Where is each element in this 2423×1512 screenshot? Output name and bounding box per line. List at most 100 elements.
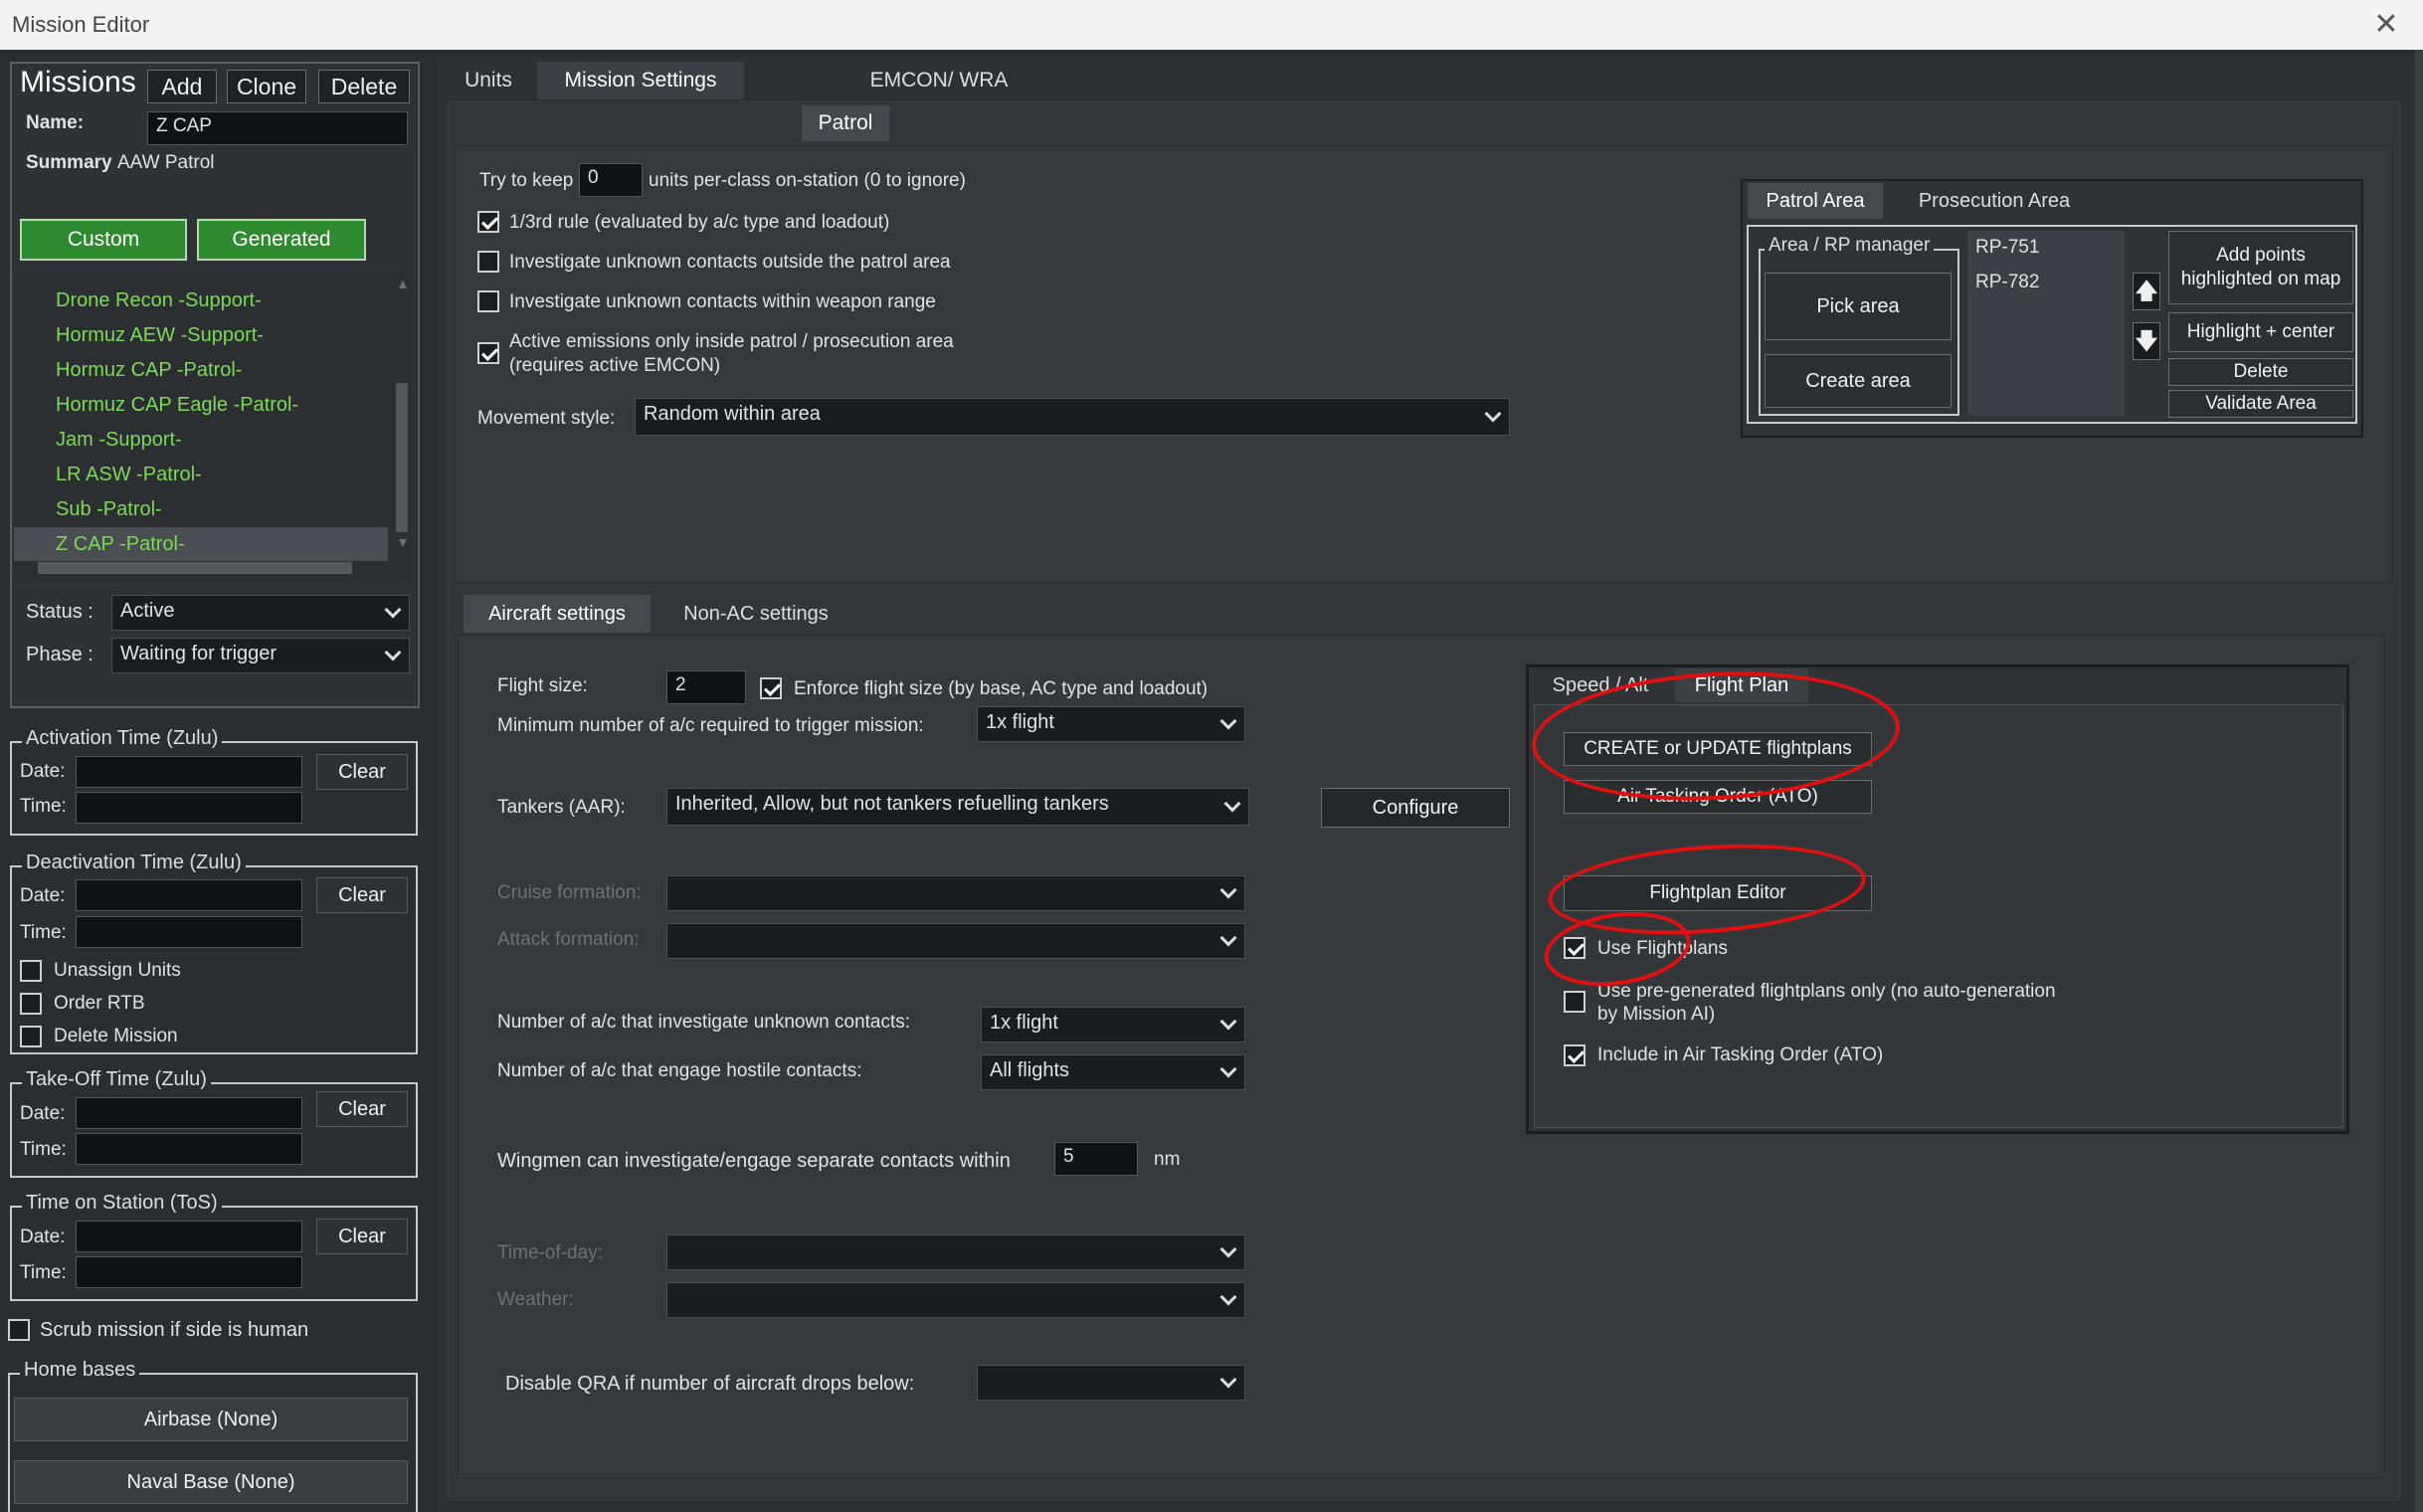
takeoff-date-field[interactable] bbox=[76, 1097, 302, 1129]
pregenerated-only-label: Use pre-generated flightplans only (no a… bbox=[1597, 981, 2056, 1002]
cruise-formation-dropdown[interactable] bbox=[666, 875, 1245, 911]
order-rtb-checkbox[interactable] bbox=[20, 993, 42, 1015]
clone-mission-button[interactable]: Clone bbox=[227, 70, 306, 103]
list-item-selected[interactable]: Z CAP -Patrol- bbox=[14, 527, 388, 561]
status-dropdown[interactable]: Active bbox=[111, 595, 410, 631]
list-item[interactable]: Jam -Support- bbox=[14, 423, 392, 457]
tos-clear-button[interactable]: Clear bbox=[316, 1219, 408, 1254]
list-hscrollbar[interactable] bbox=[38, 562, 352, 574]
deactivation-clear-button[interactable]: Clear bbox=[316, 877, 408, 913]
delete-area-button[interactable]: Delete bbox=[2168, 358, 2353, 386]
deactivation-time-title: Deactivation Time (Zulu) bbox=[22, 851, 246, 874]
deactivation-time-field[interactable] bbox=[76, 916, 302, 948]
tos-time-field[interactable] bbox=[76, 1256, 302, 1288]
include-ato-checkbox[interactable] bbox=[1564, 1044, 1585, 1066]
time-label: Time: bbox=[20, 922, 67, 943]
inv-outside-label: Investigate unknown contacts outside the… bbox=[509, 252, 951, 273]
date-label: Date: bbox=[20, 1227, 66, 1247]
tab-patrol[interactable]: Patrol bbox=[802, 105, 889, 141]
takeoff-time-field[interactable] bbox=[76, 1133, 302, 1165]
close-icon[interactable]: ✕ bbox=[2371, 0, 2401, 50]
chevron-down-icon bbox=[1223, 795, 1241, 813]
pick-area-button[interactable]: Pick area bbox=[1765, 273, 1952, 340]
move-up-icon[interactable]: 🡅 bbox=[2133, 273, 2160, 310]
scroll-up-icon[interactable]: ▲ bbox=[396, 276, 410, 291]
rp-item[interactable]: RP-751 bbox=[1975, 237, 2039, 259]
list-item[interactable]: Sub -Patrol- bbox=[14, 492, 392, 526]
activation-time-field[interactable] bbox=[76, 792, 302, 824]
move-down-icon[interactable]: 🡇 bbox=[2133, 322, 2160, 360]
scrub-mission-checkbox[interactable] bbox=[8, 1319, 30, 1341]
list-item[interactable]: LR ASW -Patrol- bbox=[14, 458, 392, 491]
activation-date-field[interactable] bbox=[76, 756, 302, 788]
window-edge bbox=[2415, 50, 2423, 1512]
tab-units[interactable]: Units bbox=[446, 62, 531, 99]
cruise-formation-label: Cruise formation: bbox=[497, 882, 642, 903]
tankers-dropdown[interactable]: Inherited, Allow, but not tankers refuel… bbox=[666, 788, 1249, 826]
rp-item[interactable]: RP-782 bbox=[1975, 272, 2039, 293]
inv-weapon-label: Investigate unknown contacts within weap… bbox=[509, 291, 936, 312]
tos-date-field[interactable] bbox=[76, 1221, 302, 1252]
min-ac-dropdown[interactable]: 1x flight bbox=[977, 706, 1245, 742]
movement-style-label: Movement style: bbox=[477, 408, 616, 429]
delete-mission-button[interactable]: Delete bbox=[318, 70, 410, 103]
create-area-button[interactable]: Create area bbox=[1765, 354, 1952, 408]
inv-outside-checkbox[interactable] bbox=[477, 251, 499, 273]
validate-area-button[interactable]: Validate Area bbox=[2168, 390, 2353, 418]
one-third-rule-checkbox[interactable] bbox=[477, 211, 499, 233]
tab-prosecution-area[interactable]: Prosecution Area bbox=[1905, 183, 2084, 219]
qra-label: Disable QRA if number of aircraft drops … bbox=[505, 1373, 915, 1395]
list-item[interactable]: Drone Recon -Support- bbox=[14, 284, 392, 317]
status-value: Active bbox=[120, 600, 175, 622]
attack-formation-dropdown[interactable] bbox=[666, 923, 1245, 959]
engage-count-label: Number of a/c that engage hostile contac… bbox=[497, 1060, 862, 1081]
list-scrollbar[interactable] bbox=[396, 383, 408, 532]
add-mission-button[interactable]: Add bbox=[147, 70, 217, 103]
qra-dropdown[interactable] bbox=[977, 1365, 1245, 1401]
attack-formation-label: Attack formation: bbox=[497, 929, 640, 950]
one-third-rule-label: 1/3rd rule (evaluated by a/c type and lo… bbox=[509, 212, 890, 233]
inv-weapon-checkbox[interactable] bbox=[477, 290, 499, 312]
delete-mission-checkbox[interactable] bbox=[20, 1026, 42, 1047]
weather-dropdown[interactable] bbox=[666, 1282, 1245, 1318]
time-of-day-dropdown[interactable] bbox=[666, 1234, 1245, 1270]
active-emissions-checkbox[interactable] bbox=[477, 342, 499, 364]
chevron-down-icon bbox=[1219, 1060, 1237, 1078]
scroll-down-icon[interactable]: ▼ bbox=[396, 534, 410, 550]
add-points-button[interactable]: Add points highlighted on map bbox=[2168, 231, 2353, 304]
list-item[interactable]: Hormuz CAP -Patrol- bbox=[14, 353, 392, 387]
try-keep-field[interactable]: 0 bbox=[579, 163, 643, 197]
phase-dropdown[interactable]: Waiting for trigger bbox=[111, 638, 410, 673]
date-label: Date: bbox=[20, 1103, 66, 1124]
tab-patrol-area[interactable]: Patrol Area bbox=[1748, 183, 1883, 219]
generated-filter-button[interactable]: Generated bbox=[197, 219, 366, 261]
configure-button[interactable]: Configure bbox=[1321, 788, 1510, 828]
tab-non-ac-settings[interactable]: Non-AC settings bbox=[666, 595, 845, 633]
pregenerated-only-checkbox[interactable] bbox=[1564, 991, 1585, 1013]
tab-aircraft-settings[interactable]: Aircraft settings bbox=[464, 595, 651, 633]
enforce-flight-size-checkbox[interactable] bbox=[760, 677, 782, 699]
wingmen-range-field[interactable]: 5 bbox=[1054, 1142, 1138, 1176]
tab-emcon[interactable]: EMCON/ WRA bbox=[855, 62, 1023, 99]
movement-style-dropdown[interactable]: Random within area bbox=[635, 398, 1510, 436]
list-item[interactable]: Hormuz CAP Eagle -Patrol- bbox=[14, 388, 392, 422]
deactivation-date-field[interactable] bbox=[76, 879, 302, 911]
flight-size-field[interactable]: 2 bbox=[666, 670, 746, 704]
highlight-center-button[interactable]: Highlight + center bbox=[2168, 312, 2353, 352]
naval-base-button[interactable]: Naval Base (None) bbox=[14, 1460, 408, 1504]
tab-mission-settings[interactable]: Mission Settings bbox=[537, 62, 744, 99]
date-label: Date: bbox=[20, 885, 66, 906]
engage-count-dropdown[interactable]: All flights bbox=[981, 1054, 1245, 1090]
custom-filter-button[interactable]: Custom bbox=[20, 219, 187, 261]
phase-value: Waiting for trigger bbox=[120, 643, 278, 664]
investigate-count-dropdown[interactable]: 1x flight bbox=[981, 1007, 1245, 1042]
list-item[interactable]: Hormuz AEW -Support- bbox=[14, 318, 392, 352]
takeoff-clear-button[interactable]: Clear bbox=[316, 1091, 408, 1127]
activation-clear-button[interactable]: Clear bbox=[316, 754, 408, 790]
try-keep-suffix: units per-class on-station (0 to ignore) bbox=[649, 170, 966, 191]
mission-name-field[interactable]: Z CAP bbox=[147, 111, 408, 145]
unassign-units-checkbox[interactable] bbox=[20, 960, 42, 982]
airbase-button[interactable]: Airbase (None) bbox=[14, 1398, 408, 1441]
enforce-flight-size-label: Enforce flight size (by base, AC type an… bbox=[794, 678, 1209, 699]
active-emissions-label: Active emissions only inside patrol / pr… bbox=[509, 331, 954, 352]
